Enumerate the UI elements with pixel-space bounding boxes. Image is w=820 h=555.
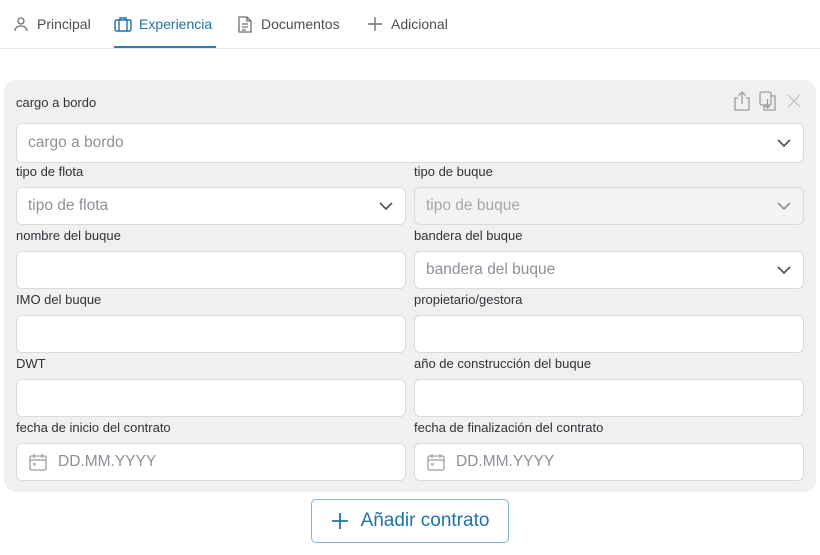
chevron-down-icon bbox=[776, 262, 792, 278]
tipo-buque-label: tipo de buque bbox=[414, 164, 493, 179]
close-icon[interactable] bbox=[784, 91, 804, 111]
fecha-fin-input[interactable]: DD.MM.YYYY bbox=[414, 443, 804, 481]
propietario-label: propietario/gestora bbox=[414, 292, 523, 307]
chevron-down-icon bbox=[378, 198, 394, 214]
anio-construccion-input[interactable] bbox=[414, 379, 804, 417]
add-contract-label: Añadir contrato bbox=[360, 510, 490, 531]
tipo-flota-label: tipo de flota bbox=[16, 164, 84, 179]
tipo-flota-placeholder: tipo de flota bbox=[28, 197, 109, 214]
plus-icon bbox=[366, 15, 384, 33]
bandera-buque-label: bandera del buque bbox=[414, 228, 523, 243]
fecha-inicio-label: fecha de inicio del contrato bbox=[16, 420, 171, 435]
imo-input[interactable] bbox=[16, 315, 406, 353]
propietario-input[interactable] bbox=[414, 315, 804, 353]
tab-principal[interactable]: Principal bbox=[12, 12, 91, 36]
cargo-placeholder: cargo a bordo bbox=[28, 134, 124, 151]
tipo-buque-placeholder: tipo de buque bbox=[426, 197, 520, 214]
tab-label: Experiencia bbox=[139, 16, 213, 32]
fecha-inicio-input[interactable]: DD.MM.YYYY bbox=[16, 443, 406, 481]
fecha-fin-placeholder: DD.MM.YYYY bbox=[456, 453, 555, 470]
fecha-fin-label: fecha de finalización del contrato bbox=[414, 420, 604, 435]
card-actions bbox=[732, 90, 804, 112]
tab-label: Principal bbox=[37, 16, 91, 32]
fecha-inicio-placeholder: DD.MM.YYYY bbox=[58, 453, 157, 470]
nombre-buque-label: nombre del buque bbox=[16, 228, 121, 243]
export-icon[interactable] bbox=[732, 91, 752, 111]
tab-experiencia[interactable]: Experiencia bbox=[114, 12, 212, 36]
chevron-down-icon bbox=[776, 135, 792, 151]
document-icon bbox=[236, 15, 254, 33]
plus-icon bbox=[331, 512, 349, 530]
tab-label: Adicional bbox=[391, 16, 448, 32]
active-tab-indicator bbox=[114, 46, 216, 48]
copy-icon[interactable] bbox=[758, 91, 778, 111]
dwt-label: DWT bbox=[16, 356, 46, 371]
tab-bar: Principal Experiencia Documentos Adicion… bbox=[0, 0, 820, 49]
cargo-label: cargo a bordo bbox=[16, 95, 97, 110]
tab-documentos[interactable]: Documentos bbox=[236, 12, 340, 36]
briefcase-icon bbox=[114, 15, 132, 33]
add-contract-button[interactable]: Añadir contrato bbox=[311, 499, 509, 543]
user-icon bbox=[12, 15, 30, 33]
bandera-buque-select[interactable]: bandera del buque bbox=[414, 251, 804, 289]
calendar-icon bbox=[426, 452, 446, 472]
imo-label: IMO del buque bbox=[16, 292, 102, 307]
anio-construccion-label: año de construcción del buque bbox=[414, 356, 592, 371]
calendar-icon bbox=[28, 452, 48, 472]
tipo-buque-select[interactable]: tipo de buque bbox=[414, 187, 804, 225]
chevron-down-icon bbox=[776, 198, 792, 214]
tab-label: Documentos bbox=[261, 16, 340, 32]
contract-card: cargo a bordo cargo a bordo tipo de flot… bbox=[4, 80, 816, 492]
nombre-buque-input[interactable] bbox=[16, 251, 406, 289]
cargo-select[interactable]: cargo a bordo bbox=[16, 123, 804, 163]
bandera-buque-placeholder: bandera del buque bbox=[426, 261, 556, 278]
dwt-input[interactable] bbox=[16, 379, 406, 417]
tab-adicional[interactable]: Adicional bbox=[366, 12, 448, 36]
tipo-flota-select[interactable]: tipo de flota bbox=[16, 187, 406, 225]
